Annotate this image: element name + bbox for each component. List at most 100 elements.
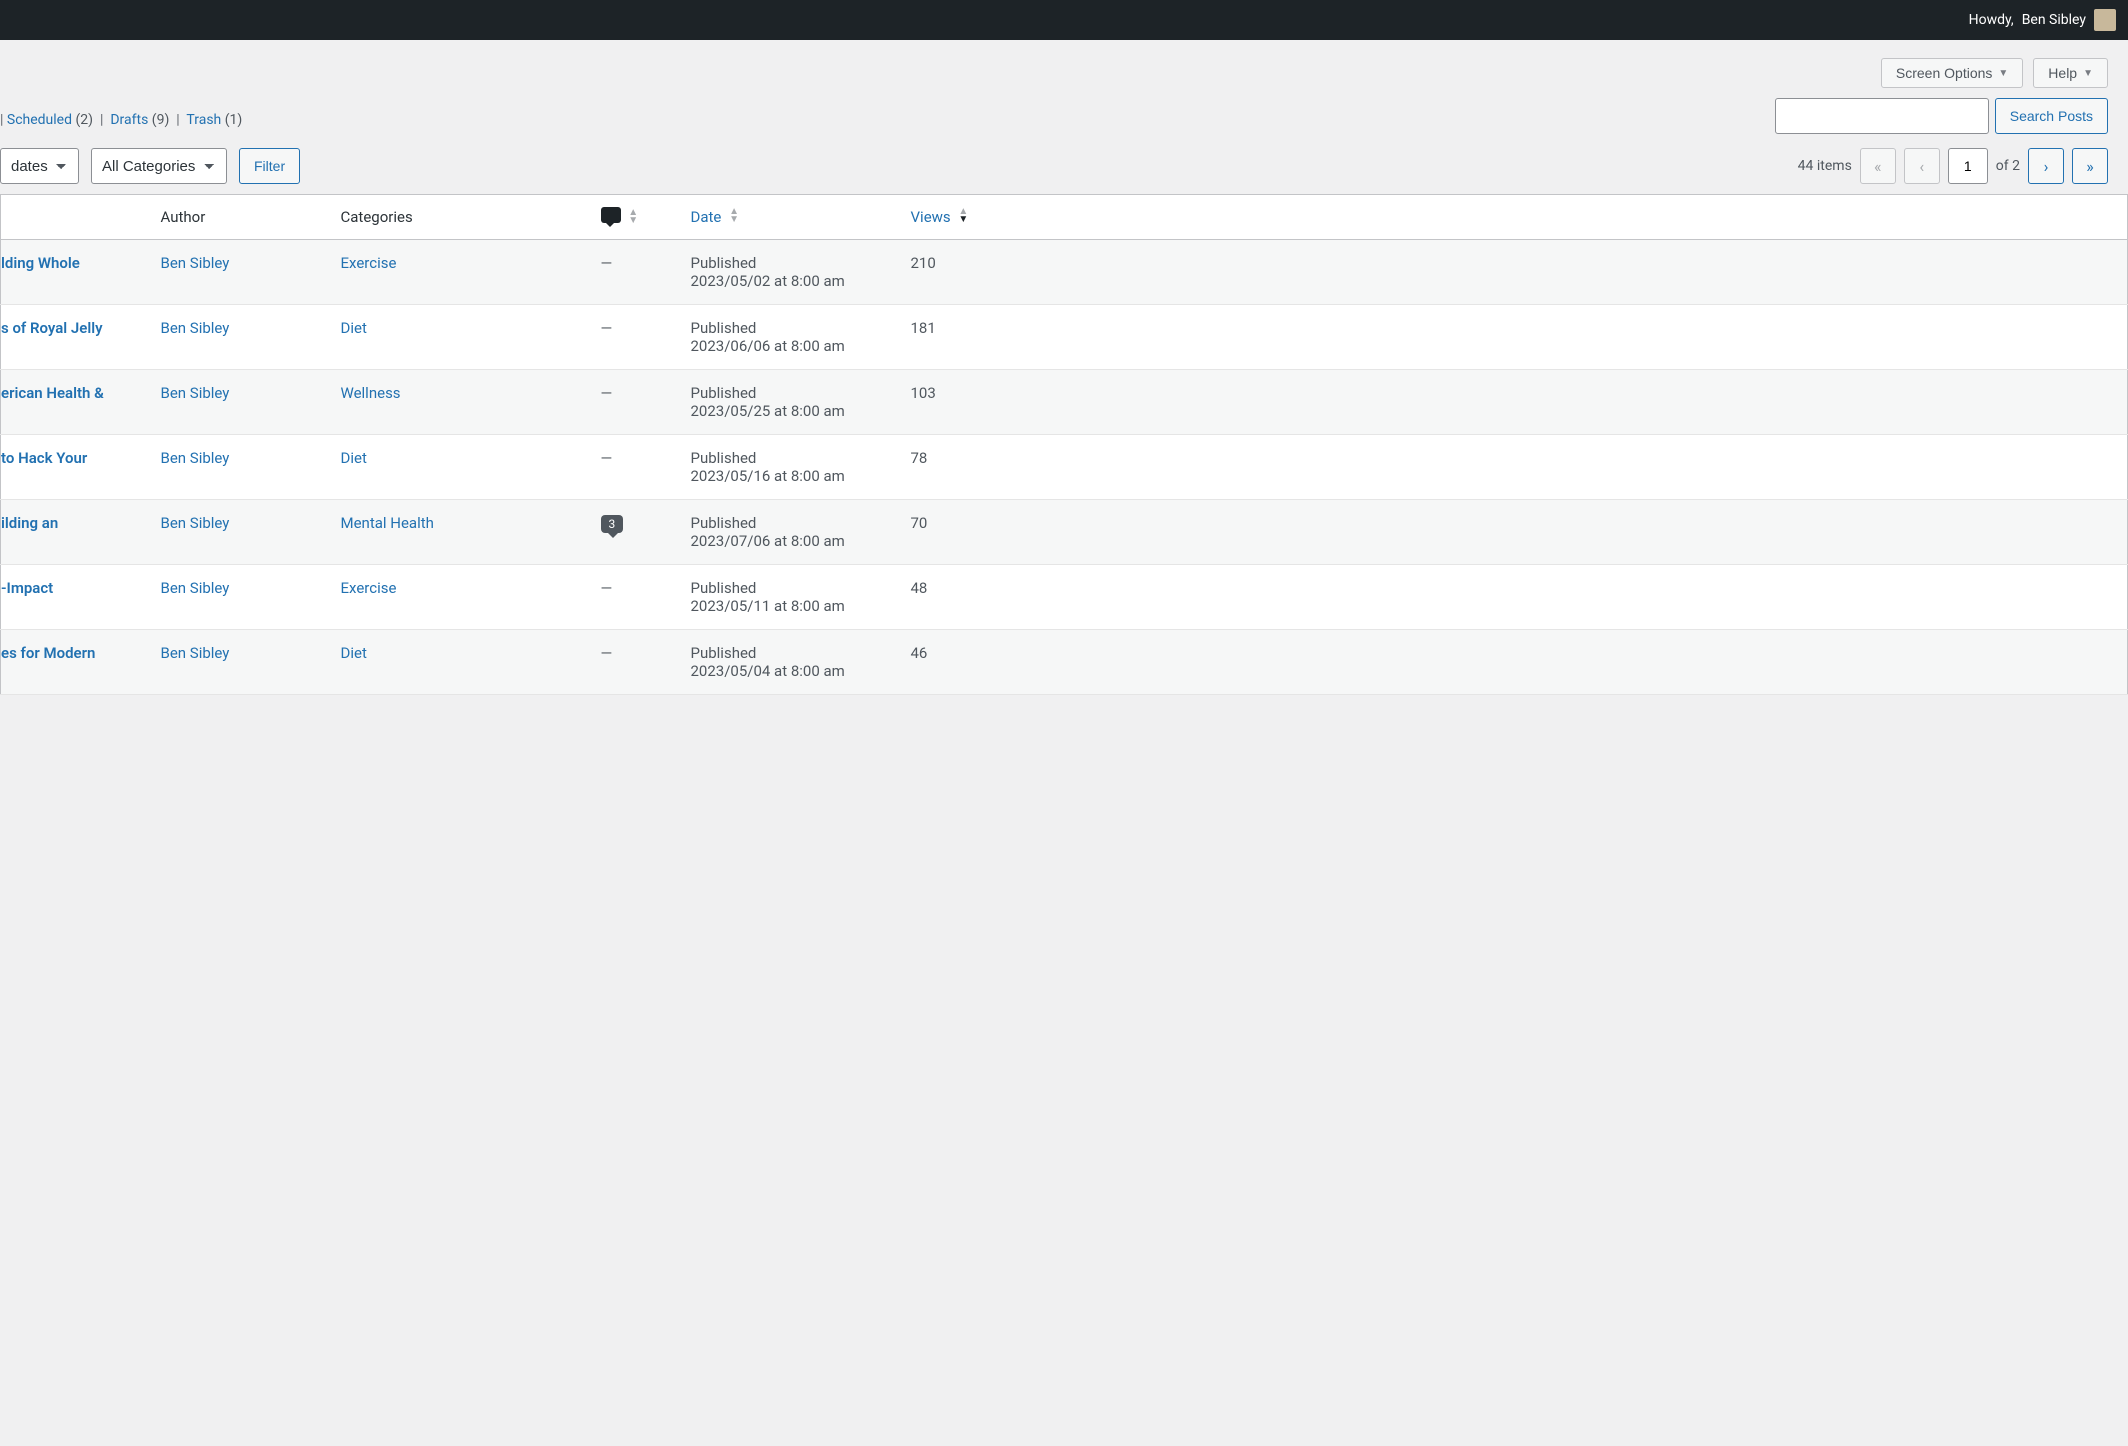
author-cell: Ben Sibley <box>151 370 331 435</box>
author-cell: Ben Sibley <box>151 630 331 695</box>
post-title-link[interactable]: lding Whole <box>1 254 80 272</box>
category-cell: Exercise <box>331 565 591 630</box>
search-posts-button[interactable]: Search Posts <box>1995 98 2108 134</box>
no-comments: — <box>601 319 613 337</box>
post-title-link[interactable]: es for Modern <box>1 644 95 662</box>
no-comments: — <box>601 644 613 662</box>
views-cell: 48 <box>901 565 2128 630</box>
category-cell: Diet <box>331 435 591 500</box>
next-page-button[interactable]: › <box>2028 148 2064 184</box>
category-link[interactable]: Diet <box>341 319 367 337</box>
items-count: 44 items <box>1798 158 1852 174</box>
post-title-link[interactable]: s of Royal Jelly <box>1 319 103 337</box>
author-link[interactable]: Ben Sibley <box>161 254 230 272</box>
author-cell: Ben Sibley <box>151 500 331 565</box>
col-comments[interactable]: ▲▼ <box>591 195 681 240</box>
help-button[interactable]: Help ▼ <box>2033 58 2108 88</box>
user-name: Ben Sibley <box>2022 12 2086 28</box>
post-status: Published <box>691 579 891 597</box>
category-cell: Wellness <box>331 370 591 435</box>
views-cell: 181 <box>901 305 2128 370</box>
caret-down-icon: ▼ <box>2083 68 2093 79</box>
author-link[interactable]: Ben Sibley <box>161 319 230 337</box>
caret-down-icon: ▼ <box>1998 68 2008 79</box>
comment-icon <box>601 207 621 223</box>
sort-indicator: ▲▼ <box>628 209 638 225</box>
filter-button[interactable]: Filter <box>239 148 300 184</box>
comments-cell: — <box>591 565 681 630</box>
author-cell: Ben Sibley <box>151 240 331 305</box>
avatar <box>2094 9 2116 31</box>
post-title-link[interactable]: ilding an <box>1 514 58 532</box>
post-status: Published <box>691 384 891 402</box>
no-comments: — <box>601 254 613 272</box>
status-scheduled-link[interactable]: Scheduled <box>7 112 72 128</box>
comments-cell: — <box>591 370 681 435</box>
status-drafts-link[interactable]: Drafts <box>110 112 148 128</box>
howdy-prefix: Howdy, <box>1969 12 2014 28</box>
post-status: Published <box>691 254 891 272</box>
author-link[interactable]: Ben Sibley <box>161 449 230 467</box>
status-trash-link[interactable]: Trash <box>186 112 221 128</box>
category-link[interactable]: Exercise <box>341 579 397 597</box>
post-title-cell: lding Whole <box>1 240 151 305</box>
views-cell: 78 <box>901 435 2128 500</box>
post-title-link[interactable]: to Hack Your <box>1 449 87 467</box>
col-author[interactable]: Author <box>151 195 331 240</box>
author-link[interactable]: Ben Sibley <box>161 644 230 662</box>
howdy-user[interactable]: Howdy, Ben Sibley <box>1969 9 2116 31</box>
post-datetime: 2023/05/25 at 8:00 am <box>691 402 891 420</box>
category-link[interactable]: Exercise <box>341 254 397 272</box>
table-row: to Hack Your Ben Sibley Diet — Published2023… <box>1 435 2128 500</box>
col-title <box>1 195 151 240</box>
col-views[interactable]: Views ▲▼ <box>901 195 2128 240</box>
author-link[interactable]: Ben Sibley <box>161 384 230 402</box>
col-date[interactable]: Date ▲▼ <box>681 195 901 240</box>
post-status: Published <box>691 449 891 467</box>
author-cell: Ben Sibley <box>151 305 331 370</box>
current-page-input[interactable] <box>1948 148 1988 184</box>
scheduled-count: (2) <box>76 112 94 128</box>
post-datetime: 2023/07/06 at 8:00 am <box>691 532 891 550</box>
post-title-cell: erican Health & <box>1 370 151 435</box>
no-comments: — <box>601 449 613 467</box>
col-categories[interactable]: Categories <box>331 195 591 240</box>
post-title-link[interactable]: -Impact <box>1 579 53 597</box>
author-link[interactable]: Ben Sibley <box>161 514 230 532</box>
table-row: lding Whole Ben Sibley Exercise — Published2… <box>1 240 2128 305</box>
post-datetime: 2023/05/04 at 8:00 am <box>691 662 891 680</box>
post-title-cell: to Hack Your <box>1 435 151 500</box>
category-link[interactable]: Diet <box>341 449 367 467</box>
dates-select[interactable]: dates <box>0 148 79 184</box>
post-datetime: 2023/06/06 at 8:00 am <box>691 337 891 355</box>
date-cell: Published2023/05/16 at 8:00 am <box>681 435 901 500</box>
author-link[interactable]: Ben Sibley <box>161 579 230 597</box>
post-datetime: 2023/05/16 at 8:00 am <box>691 467 891 485</box>
screen-options-label: Screen Options <box>1896 65 1993 81</box>
drafts-count: (9) <box>152 112 170 128</box>
date-cell: Published2023/06/06 at 8:00 am <box>681 305 901 370</box>
comments-cell: — <box>591 435 681 500</box>
post-datetime: 2023/05/02 at 8:00 am <box>691 272 891 290</box>
last-page-button[interactable]: » <box>2072 148 2108 184</box>
categories-select[interactable]: All Categories <box>91 148 227 184</box>
category-cell: Diet <box>331 305 591 370</box>
category-link[interactable]: Mental Health <box>341 514 434 532</box>
post-title-cell: ilding an <box>1 500 151 565</box>
table-row: -ImpactBen SibleyExercise—Published2023/… <box>1 565 2128 630</box>
pagination: 44 items « ‹ of 2 › » <box>1798 148 2108 184</box>
prev-page-button: ‹ <box>1904 148 1940 184</box>
top-meta-buttons: Screen Options ▼ Help ▼ <box>0 40 2128 98</box>
table-row: ilding anBen SibleyMental Health3Publish… <box>1 500 2128 565</box>
category-cell: Exercise <box>331 240 591 305</box>
search-input[interactable] <box>1775 98 1989 134</box>
category-link[interactable]: Wellness <box>341 384 401 402</box>
comment-count-bubble[interactable]: 3 <box>601 515 624 533</box>
views-cell: 46 <box>901 630 2128 695</box>
first-page-button: « <box>1860 148 1896 184</box>
table-row: erican Health & Ben Sibley Wellness — Publis… <box>1 370 2128 435</box>
screen-options-button[interactable]: Screen Options ▼ <box>1881 58 2023 88</box>
post-title-cell: s of Royal Jelly <box>1 305 151 370</box>
category-link[interactable]: Diet <box>341 644 367 662</box>
post-title-link[interactable]: erican Health & <box>1 384 104 402</box>
